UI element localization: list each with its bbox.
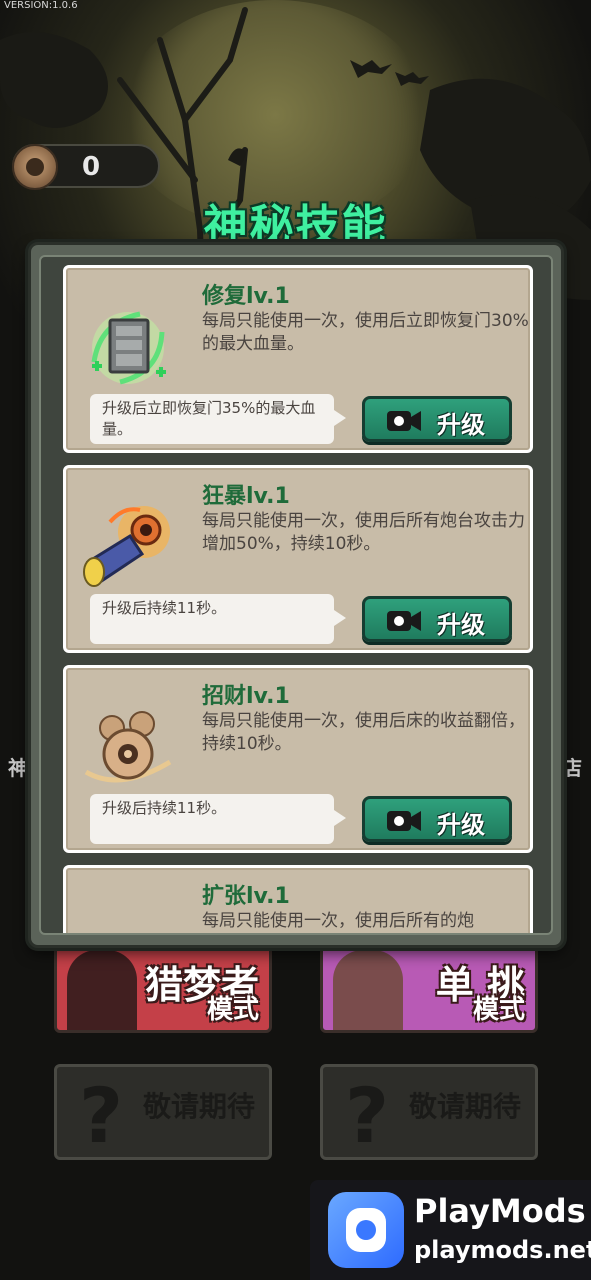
man-avatar <box>333 950 403 1030</box>
girl-avatar <box>67 950 137 1030</box>
coming-soon-left: ? 敬请期待 <box>54 1064 272 1160</box>
skill-name: 修复lv.1 <box>202 284 290 309</box>
skill-description: 每局只能使用一次，使用后床的收益翻倍，持续10秒。 <box>202 711 525 754</box>
skill-description: 每局只能使用一次，使用后所有炮台攻击力增加50%，持续10秒。 <box>202 511 525 554</box>
coin-fortune-icon <box>84 711 172 783</box>
upgrade-preview: 升级后持续11秒。 <box>90 794 346 844</box>
video-camera-icon <box>387 811 421 831</box>
mode-duel-button[interactable]: 单 挑 模式 <box>320 945 538 1033</box>
cannon-rage-icon <box>83 506 170 587</box>
upgrade-label: 升级 <box>437 811 485 839</box>
upgrade-label: 升级 <box>437 411 485 439</box>
question-mark-icon: ? <box>79 1071 124 1160</box>
skill-description: 每局只能使用一次，使用后所有的炮 <box>202 911 474 931</box>
skill-card-repair: 修复lv.1 每局只能使用一次，使用后立即恢复门30%的最大血量。 升级后立即恢… <box>63 265 533 453</box>
question-mark-icon: ? <box>345 1071 390 1160</box>
upgrade-preview: 升级后持续11秒。 <box>90 594 346 644</box>
door-repair-icon <box>91 311 166 385</box>
upgrade-preview: 升级后立即恢复门35%的最大血量。 <box>90 394 346 444</box>
skill-card-expand: 扩张lv.1 每局只能使用一次，使用后所有的炮 <box>63 865 533 935</box>
skill-card-fortune: 招财lv.1 每局只能使用一次，使用后床的收益翻倍，持续10秒。 升级后持续11… <box>63 665 533 853</box>
skills-list-scroll[interactable]: 修复lv.1 每局只能使用一次，使用后立即恢复门30%的最大血量。 升级后立即恢… <box>39 255 553 935</box>
side-label-left: 神 <box>8 756 28 780</box>
skill-card-rage: 狂暴lv.1 每局只能使用一次，使用后所有炮台攻击力增加50%，持续10秒。 升… <box>63 465 533 653</box>
coin-counter: 0 <box>12 144 160 190</box>
upgrade-fortune-button[interactable]: 升级 <box>362 796 512 842</box>
coin-count: 0 <box>82 152 101 182</box>
version-label: VERSION:1.0.6 <box>4 0 78 11</box>
expand-card-icon <box>80 902 176 935</box>
coming-soon-right: ? 敬请期待 <box>320 1064 538 1160</box>
skills-popup: 修复lv.1 每局只能使用一次，使用后立即恢复门30%的最大血量。 升级后立即恢… <box>28 242 564 948</box>
coming-soon-left-label: 敬请期待 <box>142 1090 255 1123</box>
skill-name: 招财lv.1 <box>202 684 290 709</box>
mode-left-sub: 模式 <box>206 995 259 1025</box>
coin-icon <box>12 144 58 190</box>
skill-name: 扩张lv.1 <box>202 884 290 909</box>
skill-description: 每局只能使用一次，使用后立即恢复门30%的最大血量。 <box>202 311 529 354</box>
upgrade-label: 升级 <box>437 611 485 639</box>
upgrade-repair-button[interactable]: 升级 <box>362 396 512 442</box>
playmods-url: playmods.net <box>414 1236 591 1264</box>
playmods-logo-icon <box>328 1192 404 1268</box>
coming-soon-right-label: 敬请期待 <box>408 1090 521 1123</box>
video-camera-icon <box>387 411 421 431</box>
skill-name: 狂暴lv.1 <box>202 484 290 509</box>
side-label-right: 店 <box>562 756 582 780</box>
mode-right-sub: 模式 <box>472 995 525 1025</box>
video-camera-icon <box>387 611 421 631</box>
upgrade-rage-button[interactable]: 升级 <box>362 596 512 642</box>
mode-dream-hunter-button[interactable]: 猎梦者 模式 <box>54 945 272 1033</box>
playmods-banner[interactable]: PlayMods playmods.net <box>310 1180 591 1280</box>
playmods-name: PlayMods <box>414 1192 586 1230</box>
